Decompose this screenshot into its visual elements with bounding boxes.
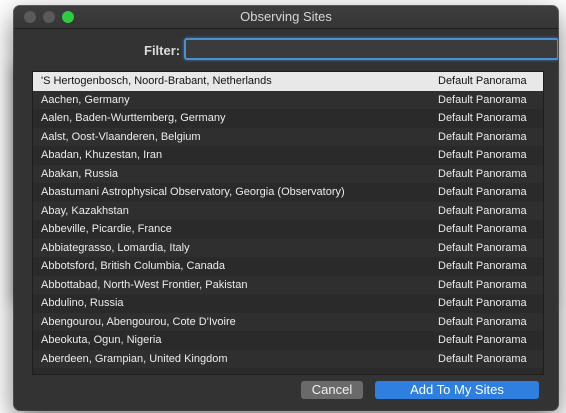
window-title: Observing Sites bbox=[240, 9, 332, 24]
site-row[interactable]: Aalen, Baden-Wurttemberg, Germany Default… bbox=[33, 109, 543, 128]
title-bar[interactable]: Observing Sites bbox=[14, 6, 558, 29]
site-panorama: Default Panorama bbox=[438, 241, 527, 254]
filter-input[interactable] bbox=[184, 38, 558, 60]
site-panorama: Default Panorama bbox=[438, 223, 527, 235]
site-name: Abay, Kazakhstan bbox=[41, 204, 129, 217]
site-name: Abastumani Astrophysical Observatory, Ge… bbox=[41, 186, 345, 198]
site-row[interactable]: Abastumani Astrophysical Observatory, Ge… bbox=[33, 183, 543, 202]
site-row[interactable]: Abeokuta, Ogun, Nigeria Default Panorama bbox=[33, 331, 543, 350]
site-name: Abbottabad, North-West Frontier, Pakista… bbox=[41, 278, 248, 291]
site-row[interactable]: Abakan, Russia Default Panorama bbox=[33, 164, 543, 183]
site-panorama: Default Panorama bbox=[438, 112, 527, 124]
site-panorama: Default Panorama bbox=[438, 93, 527, 106]
site-name: Abengourou, Abengourou, Cote D'Ivoire bbox=[41, 315, 236, 328]
site-panorama: Default Panorama bbox=[438, 204, 527, 217]
site-panorama: Default Panorama bbox=[438, 149, 527, 161]
site-row[interactable]: Abbeville, Picardie, France Default Panor… bbox=[33, 220, 543, 239]
site-row[interactable]: Aberdeen, Grampian, United Kingdom Defaul… bbox=[33, 349, 543, 368]
site-name: Abdulino, Russia bbox=[41, 297, 124, 309]
site-panorama: Default Panorama bbox=[438, 334, 527, 346]
site-row[interactable]: Abay, Kazakhstan Default Panorama bbox=[33, 201, 543, 220]
site-name: Aalen, Baden-Wurttemberg, Germany bbox=[41, 112, 226, 124]
site-row[interactable]: Abadan, Khuzestan, Iran Default Panorama bbox=[33, 146, 543, 165]
site-panorama: Default Panorama bbox=[438, 186, 527, 198]
site-name: 'S Hertogenbosch, Noord-Brabant, Netherl… bbox=[41, 75, 272, 87]
site-list[interactable]: 'S Hertogenbosch, Noord-Brabant, Netherl… bbox=[32, 71, 544, 375]
site-name: Abadan, Khuzestan, Iran bbox=[41, 149, 163, 161]
site-name: Aberdeen, Grampian, United Kingdom bbox=[41, 352, 228, 365]
site-panorama: Default Panorama bbox=[438, 130, 527, 143]
site-row[interactable]: 'S Hertogenbosch, Noord-Brabant, Netherl… bbox=[33, 72, 543, 91]
site-row[interactable]: Aalst, Oost-Vlaanderen, Belgium Default P… bbox=[33, 127, 543, 146]
site-row[interactable]: Abdulino, Russia Default Panorama bbox=[33, 294, 543, 313]
filter-label: Filter: bbox=[144, 43, 181, 58]
site-row[interactable]: Abbottabad, North-West Frontier, Pakista… bbox=[33, 275, 543, 294]
site-panorama: Default Panorama bbox=[438, 352, 527, 365]
site-name: Abeokuta, Ogun, Nigeria bbox=[41, 334, 162, 346]
site-panorama: Default Panorama bbox=[438, 260, 527, 272]
site-panorama: Default Panorama bbox=[438, 167, 527, 180]
site-row[interactable]: Aachen, Germany Default Panorama bbox=[33, 90, 543, 109]
cancel-button[interactable]: Cancel bbox=[301, 381, 363, 399]
site-row[interactable]: Abengourou, Abengourou, Cote D'Ivoire Def… bbox=[33, 312, 543, 331]
site-name: Abbotsford, British Columbia, Canada bbox=[41, 260, 226, 272]
site-name: Aalst, Oost-Vlaanderen, Belgium bbox=[41, 130, 201, 143]
site-panorama: Default Panorama bbox=[438, 297, 527, 309]
site-row[interactable]: Abbiategrasso, Lomardia, Italy Default Pa… bbox=[33, 238, 543, 257]
observing-sites-dialog: Observing Sites Filter: 'S Hertogenbosch… bbox=[14, 6, 558, 410]
site-panorama: Default Panorama bbox=[438, 75, 527, 87]
site-name: Abbeville, Picardie, France bbox=[41, 223, 172, 235]
site-row[interactable]: Abbotsford, British Columbia, Canada Defa… bbox=[33, 257, 543, 276]
site-name: Abakan, Russia bbox=[41, 167, 119, 180]
site-panorama: Default Panorama bbox=[438, 278, 527, 291]
site-name: Aachen, Germany bbox=[41, 93, 130, 106]
site-name: Abbiategrasso, Lomardia, Italy bbox=[41, 241, 190, 254]
add-to-my-sites-button[interactable]: Add To My Sites bbox=[375, 381, 539, 399]
site-panorama: Default Panorama bbox=[438, 315, 527, 328]
